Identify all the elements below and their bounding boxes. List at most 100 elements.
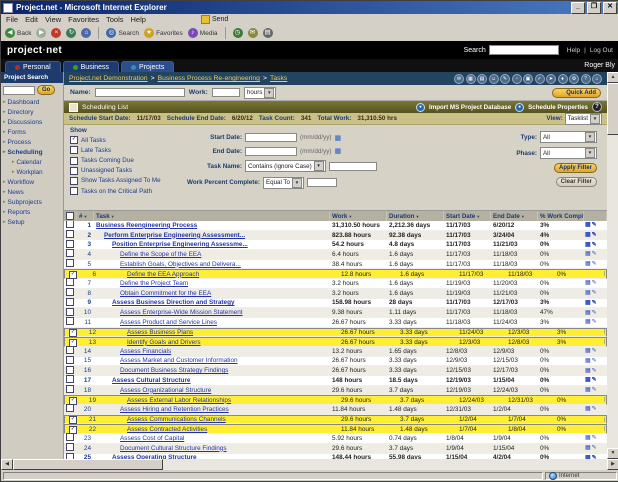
edit-icon[interactable]: ✎ [592, 445, 597, 451]
project-search-input[interactable] [3, 86, 35, 95]
forward-button[interactable]: ▶ [36, 28, 46, 38]
scroll-down-button[interactable]: ▼ [607, 448, 618, 459]
task-name-operator-select[interactable]: Contains (ignore Case)▼ [245, 160, 326, 172]
tasks-icon[interactable]: ✓ [535, 74, 545, 84]
edit-icon[interactable]: ✎ [592, 280, 597, 286]
sidebar-item-workflow[interactable]: ▸Workflow [1, 177, 63, 187]
directory-icon[interactable]: ☺ [489, 74, 499, 84]
quick-add-button[interactable]: ⚡ Quick Add [552, 88, 601, 98]
task-link[interactable]: Assess Market and Customer Information [120, 357, 238, 364]
task-link[interactable]: Document Business Strategy Findings [120, 367, 228, 374]
checkbox-icon[interactable] [66, 230, 74, 238]
sidebar-item-setup[interactable]: ▸Setup [1, 217, 63, 227]
checkbox-icon[interactable] [66, 404, 74, 412]
home-button[interactable]: ⌂ [81, 28, 91, 38]
workflow-icon[interactable]: ➤ [546, 74, 556, 84]
vertical-scrollbar[interactable]: ▲ ▼ [607, 72, 618, 459]
checkbox-icon[interactable] [66, 375, 74, 383]
select-all-checkbox[interactable] [64, 211, 77, 221]
checkbox-icon[interactable] [66, 212, 74, 220]
wpc-input[interactable] [307, 178, 337, 187]
process-icon[interactable]: ◔ [512, 74, 522, 84]
phase-select[interactable]: All▼ [540, 147, 597, 159]
edit-icon[interactable]: ✎ [592, 368, 597, 374]
inbox-icon[interactable]: ✉ [454, 74, 464, 84]
tab-personal[interactable]: Personal [5, 61, 61, 72]
sidebar-item-reports[interactable]: ▸Reports [1, 207, 63, 217]
breadcrumb-link-tasks[interactable]: Tasks [270, 75, 287, 82]
settings-icon[interactable]: ⚙ [569, 74, 579, 84]
help-icon[interactable]: ? [592, 102, 602, 112]
gantt-icon[interactable]: ▦ [585, 348, 591, 354]
edit-icon[interactable]: ✎ [592, 348, 597, 354]
horizontal-scrollbar[interactable]: ◀ ▶ [1, 459, 618, 470]
history-button[interactable]: ◷ [233, 28, 243, 38]
close-button[interactable]: ✕ [603, 2, 617, 14]
sidebar-item-news[interactable]: ▸News [1, 187, 63, 197]
quick-add-name-input[interactable] [95, 88, 185, 97]
checkbox-icon[interactable] [70, 157, 78, 165]
menu-item-view[interactable]: View [45, 15, 61, 24]
gantt-icon[interactable]: ▦ [604, 339, 605, 345]
gantt-icon[interactable]: ▦ [585, 290, 591, 296]
task-link[interactable]: Define the Project Team [120, 280, 188, 287]
apply-filter-button[interactable]: Apply Filter [554, 163, 597, 173]
breadcrumb-link-business-process-re-engineering[interactable]: Business Process Re-engineering [158, 75, 260, 82]
gantt-icon[interactable]: ▦ [585, 377, 591, 383]
checkbox-icon[interactable] [66, 433, 74, 441]
end-date-input[interactable] [245, 147, 297, 156]
print-button[interactable]: ▤ [263, 28, 273, 38]
documents-icon[interactable]: ▤ [477, 74, 487, 84]
task-link[interactable]: Assess Contracted Activities [127, 426, 207, 433]
gantt-icon[interactable]: ▦ [604, 271, 605, 277]
stop-button[interactable]: × [51, 28, 61, 38]
type-select[interactable]: All▼ [540, 131, 597, 143]
checkbox-icon[interactable] [66, 278, 74, 286]
breadcrumb-link-project-net-demonstration[interactable]: Project.net Demonstration [69, 75, 148, 82]
task-link[interactable]: Identify Goals and Drivers [127, 339, 201, 346]
checkbox-icon[interactable] [66, 259, 74, 267]
checkbox-icon[interactable] [66, 346, 74, 354]
task-link[interactable]: Assess Enterprise-Wide Mission Statement [120, 309, 243, 316]
calendar-icon[interactable]: ▦ [466, 74, 476, 84]
gantt-icon[interactable]: ▦ [604, 426, 605, 432]
checkbox-icon[interactable]: ✓ [69, 416, 77, 424]
checkbox-icon[interactable] [66, 366, 74, 374]
checkbox-icon[interactable] [66, 249, 74, 257]
tab-business[interactable]: Business [63, 61, 119, 72]
sidebar-item-subprojects[interactable]: ▸Subprojects [1, 197, 63, 207]
column-header-task[interactable]: Task▼ [94, 211, 330, 221]
gantt-icon[interactable]: ▦ [604, 397, 605, 403]
gantt-icon[interactable]: ▦ [604, 417, 605, 423]
column-header-work-complete[interactable]: % Work Complete▼ [538, 211, 584, 221]
menu-item-help[interactable]: Help [131, 15, 146, 24]
column-header-[interactable]: #▼ [77, 211, 94, 221]
scroll-left-button[interactable]: ◀ [1, 459, 13, 470]
mail-button[interactable]: ✉ [248, 28, 258, 38]
sidebar-item-scheduling[interactable]: ▸Scheduling [1, 147, 63, 157]
notes-icon[interactable]: ✎ [500, 74, 510, 84]
view-select[interactable]: Tasklist▼ [565, 113, 602, 125]
task-link[interactable]: Establish Goals, Objectives and Delivera… [120, 261, 241, 268]
task-link[interactable]: Perform Enterprise Engineering Assessmen… [104, 232, 245, 239]
checkbox-icon[interactable] [66, 240, 74, 248]
task-link[interactable]: Assess Communications Channels [127, 416, 226, 423]
work-unit-select[interactable]: hours▼ [244, 87, 276, 99]
checkbox-icon[interactable]: ✓ [70, 136, 78, 144]
clear-filter-button[interactable]: Clear Filter [556, 177, 597, 187]
sidebar-item-discussions[interactable]: ▸Discussions [1, 117, 63, 127]
send-button[interactable]: Send [201, 15, 228, 24]
news-icon[interactable]: ♦ [558, 74, 568, 84]
gantt-icon[interactable]: ▦ [585, 261, 591, 267]
start-date-input[interactable] [245, 133, 297, 142]
task-link[interactable]: Assess Hiring and Retention Practices [120, 406, 229, 413]
checkbox-icon[interactable] [70, 187, 78, 195]
gantt-icon[interactable]: ▦ [585, 222, 591, 228]
task-link[interactable]: Assess External Labor Relationships [127, 397, 231, 404]
task-link[interactable]: Position Enterprise Engineering Assessme… [112, 241, 248, 248]
horizontal-scroll-track[interactable] [163, 459, 607, 470]
back-button[interactable]: ◀Back [5, 28, 31, 38]
sidebar-item-dashboard[interactable]: ▸Dashboard [1, 97, 63, 107]
project-search-go-button[interactable]: Go [37, 85, 55, 95]
sidebar-item-directory[interactable]: ▸Directory [1, 107, 63, 117]
